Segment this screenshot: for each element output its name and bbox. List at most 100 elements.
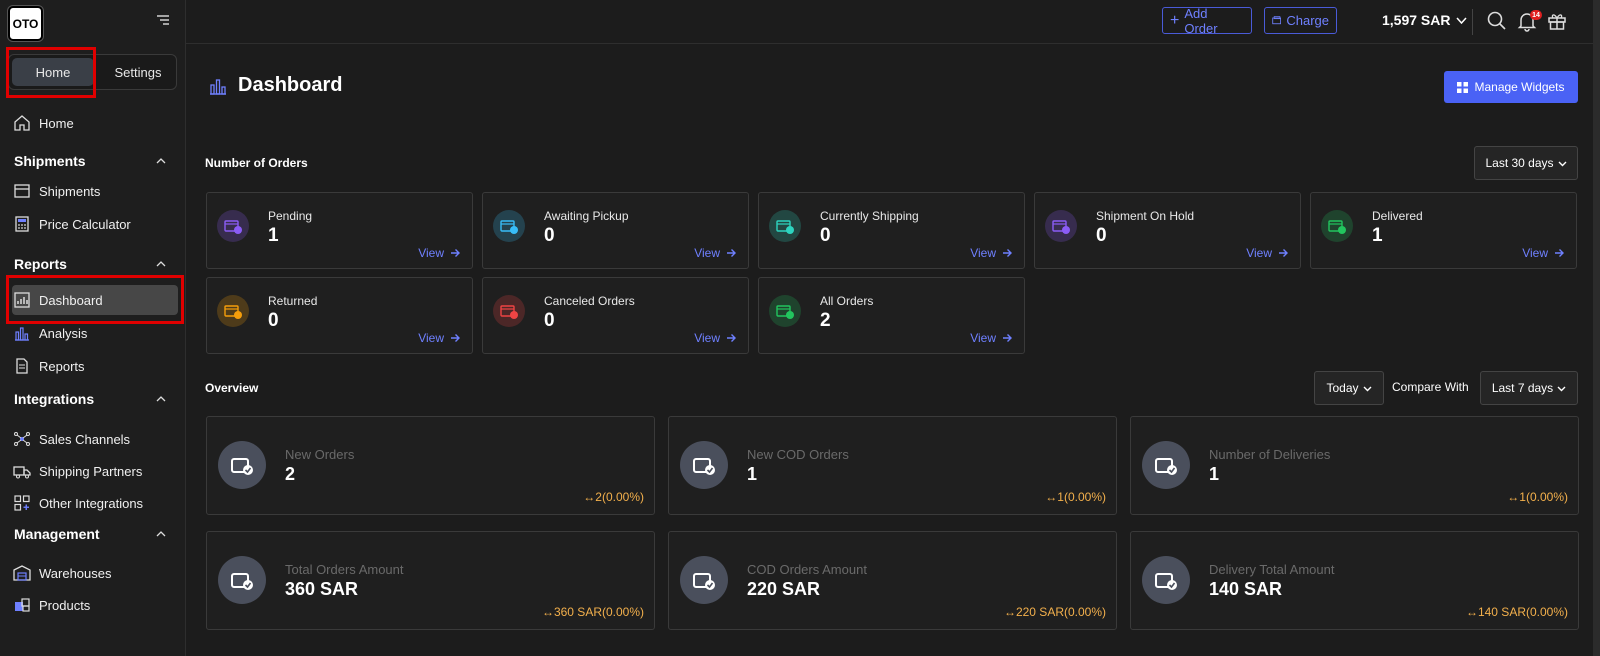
view-link[interactable]: View bbox=[418, 331, 460, 345]
sidebar-item-sales-channels[interactable]: Sales Channels bbox=[12, 424, 178, 454]
chevron-down-icon bbox=[1558, 161, 1567, 166]
dashboard-chart-icon bbox=[12, 290, 32, 310]
overview-card-delta: ↔1(0.00%) bbox=[1507, 490, 1568, 504]
view-link[interactable]: View bbox=[970, 246, 1012, 260]
gift-icon[interactable] bbox=[1546, 10, 1568, 32]
view-link[interactable]: View bbox=[694, 331, 736, 345]
sidebar-item-reports[interactable]: Reports bbox=[12, 351, 178, 381]
sidebar-item-label: Sales Channels bbox=[39, 431, 131, 447]
sidebar-item-shipping-partners[interactable]: Shipping Partners bbox=[12, 456, 178, 486]
topbar-divider bbox=[1472, 9, 1473, 35]
notification-badge: 14 bbox=[1530, 10, 1542, 20]
overview-card-value: 360 SAR bbox=[285, 579, 359, 599]
returned-icon bbox=[217, 295, 249, 327]
chevron-down-icon bbox=[1363, 386, 1372, 391]
overview-card-label: Delivery Total Amount bbox=[1209, 562, 1335, 577]
calculator-icon bbox=[12, 214, 32, 234]
order-card-value: 0 bbox=[544, 310, 555, 331]
number-of-orders-label: Number of Orders bbox=[205, 156, 308, 170]
chevron-down-icon bbox=[1456, 16, 1468, 24]
balance-dropdown[interactable]: 1,597 SAR bbox=[1382, 12, 1468, 28]
top-bar: + Add Order Charge 1,597 SAR 14 bbox=[186, 0, 1600, 44]
sidebar-item-price-calculator[interactable]: Price Calculator bbox=[12, 209, 178, 239]
sidebar-item-warehouses[interactable]: Warehouses bbox=[12, 558, 178, 588]
scrollbar-track[interactable] bbox=[1593, 0, 1600, 656]
orders-range-dropdown[interactable]: Last 30 days bbox=[1474, 146, 1578, 180]
delivered-icon bbox=[1321, 210, 1353, 242]
sidebar-item-shipments[interactable]: Shipments bbox=[12, 176, 178, 206]
app-root: OTO Home Settings Home Shipments Shipmen… bbox=[0, 0, 1600, 656]
overview-card: New COD Orders 1 ↔1(0.00%) bbox=[668, 416, 1117, 515]
sidebar-item-products[interactable]: Products bbox=[12, 590, 178, 620]
overview-card: Total Orders Amount 360 SAR ↔360 SAR(0.0… bbox=[206, 531, 655, 630]
overview-card-delta: ↔360 SAR(0.00%) bbox=[541, 605, 644, 619]
order-card: Canceled Orders 0 View bbox=[482, 277, 749, 354]
order-card-label: Awaiting Pickup bbox=[544, 209, 629, 223]
truck-icon bbox=[12, 461, 32, 481]
order-card: Shipment On Hold 0 View bbox=[1034, 192, 1301, 269]
view-link[interactable]: View bbox=[970, 331, 1012, 345]
chevron-up-icon bbox=[156, 158, 166, 164]
search-icon[interactable] bbox=[1486, 10, 1508, 32]
sidebar-item-label: Warehouses bbox=[39, 565, 112, 581]
arrow-right-icon bbox=[1003, 249, 1012, 257]
view-link-label: View bbox=[418, 246, 444, 260]
tab-home[interactable]: Home bbox=[12, 58, 94, 86]
overview-card-delta: ↔1(0.00%) bbox=[1045, 490, 1106, 504]
card-money-icon bbox=[680, 556, 728, 604]
compare-range-dropdown[interactable]: Last 7 days bbox=[1480, 371, 1578, 405]
section-header-management[interactable]: Management bbox=[14, 526, 166, 542]
compare-range-value: Last 7 days bbox=[1491, 381, 1554, 395]
collapse-menu-icon[interactable] bbox=[156, 13, 170, 27]
analysis-bars-icon bbox=[12, 323, 32, 343]
section-header-reports[interactable]: Reports bbox=[14, 256, 166, 272]
section-header-integrations[interactable]: Integrations bbox=[14, 391, 166, 407]
canceled-orders-icon bbox=[493, 295, 525, 327]
shipments-icon bbox=[12, 181, 32, 201]
section-title: Reports bbox=[14, 256, 67, 272]
overview-card-label: New Orders bbox=[285, 447, 355, 462]
order-card-value: 0 bbox=[544, 225, 555, 246]
sidebar-item-other-integrations[interactable]: Other Integrations bbox=[12, 488, 178, 518]
order-card-label: Pending bbox=[268, 209, 313, 223]
sidebar-item-label: Dashboard bbox=[39, 292, 103, 308]
sidebar-item-analysis[interactable]: Analysis bbox=[12, 318, 178, 348]
order-card: Pending 1 View bbox=[206, 192, 473, 269]
sidebar-item-home[interactable]: Home bbox=[12, 108, 178, 138]
order-card: Awaiting Pickup 0 View bbox=[482, 192, 749, 269]
order-card-label: Returned bbox=[268, 294, 318, 308]
view-link[interactable]: View bbox=[1522, 246, 1564, 260]
arrow-right-icon bbox=[1555, 249, 1564, 257]
view-link[interactable]: View bbox=[418, 246, 460, 260]
box-check-icon bbox=[1142, 441, 1190, 489]
oto-logo[interactable]: OTO bbox=[8, 6, 43, 41]
plus-icon: + bbox=[1170, 11, 1180, 29]
order-card-value: 0 bbox=[268, 310, 279, 331]
view-link-label: View bbox=[970, 246, 996, 260]
chevron-up-icon bbox=[156, 396, 166, 402]
order-card-value: 1 bbox=[268, 225, 279, 246]
overview-card: Number of Deliveries 1 ↔1(0.00%) bbox=[1130, 416, 1579, 515]
tab-settings[interactable]: Settings bbox=[101, 58, 175, 86]
manage-widgets-button[interactable]: Manage Widgets bbox=[1444, 71, 1578, 103]
add-order-label: Add Order bbox=[1184, 5, 1218, 36]
sidebar-tab-switch: Home Settings bbox=[8, 54, 177, 90]
warehouse-icon bbox=[12, 563, 32, 583]
view-link[interactable]: View bbox=[1246, 246, 1288, 260]
sidebar-item-label: Shipping Partners bbox=[39, 463, 143, 479]
overview-card-value: 2 bbox=[285, 464, 296, 484]
network-icon bbox=[12, 429, 32, 449]
overview-card: Delivery Total Amount 140 SAR ↔140 SAR(0… bbox=[1130, 531, 1579, 630]
overview-period-dropdown[interactable]: Today bbox=[1314, 371, 1384, 405]
section-header-shipments[interactable]: Shipments bbox=[14, 153, 166, 169]
basket-check-icon bbox=[218, 441, 266, 489]
sidebar: OTO Home Settings Home Shipments Shipmen… bbox=[0, 0, 186, 656]
sidebar-item-label: Products bbox=[39, 597, 91, 613]
page-title: Dashboard bbox=[208, 74, 342, 97]
chevron-down-icon bbox=[1557, 386, 1566, 391]
view-link-label: View bbox=[970, 331, 996, 345]
charge-button[interactable]: Charge bbox=[1264, 7, 1337, 34]
add-order-button[interactable]: + Add Order bbox=[1162, 5, 1252, 36]
view-link[interactable]: View bbox=[694, 246, 736, 260]
sidebar-item-dashboard[interactable]: Dashboard bbox=[12, 285, 178, 315]
